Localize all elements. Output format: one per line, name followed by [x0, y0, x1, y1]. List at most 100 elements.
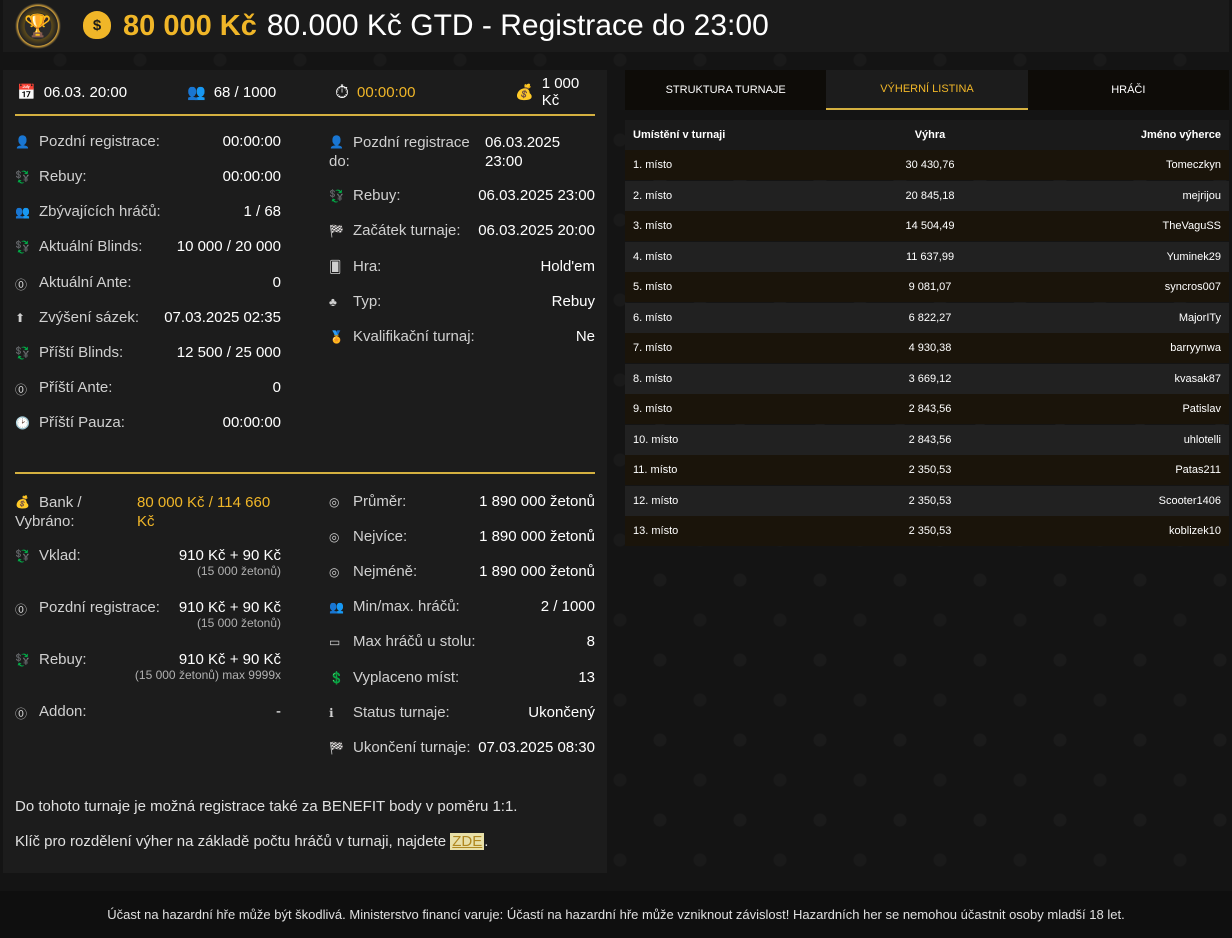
- info-row: ◎ Nejméně: 1 890 000 žetonů: [329, 563, 595, 580]
- late-registration-row: ⓪ Pozdní registrace: 910 Kč + 90 Kč (15 0…: [15, 599, 281, 639]
- buyin-value: 1 000 Kč: [541, 75, 580, 109]
- payout-key-link[interactable]: ZDE: [450, 833, 485, 850]
- info-row: 💲 Vyplaceno míst: 13: [329, 669, 595, 686]
- winner-cell: uhlotelli: [1183, 433, 1221, 446]
- header-place: Umístění v turnaji: [633, 129, 726, 141]
- table-row: 13. místo 2 350,53 koblizek10: [625, 516, 1229, 546]
- info-row: 💱 Aktuální Blinds: 10 000 / 20 000: [15, 238, 281, 255]
- chip-icon: ◎: [329, 495, 340, 509]
- info-row: 🏁 Ukončení turnaje: 07.03.2025 08:30: [329, 739, 595, 756]
- flag-icon: 🏁: [329, 741, 344, 755]
- tab-structure[interactable]: STRUKTURA TURNAJE: [625, 70, 826, 110]
- winner-cell: TheVaguSS: [1162, 220, 1221, 232]
- prize-cell: 20 845,18: [905, 189, 955, 202]
- place-cell: 8. místo: [633, 372, 673, 385]
- card-suits-icon: ♣: [329, 295, 337, 309]
- start-date-value: 06.03. 20:00: [43, 83, 128, 101]
- winner-cell: kvasak87: [1174, 372, 1221, 385]
- table-row: 7. místo 4 930,38 barryynwa: [625, 333, 1229, 363]
- table-row: 12. místo 2 350,53 Scooter1406: [625, 485, 1229, 516]
- place-cell: 10. místo: [633, 433, 679, 446]
- payout-icon: 💲: [329, 671, 344, 685]
- table-header: Umístění v turnaji Výhra Jméno výherce: [625, 120, 1229, 150]
- buyin: 💰 1 000 Kč: [515, 75, 595, 109]
- info-row: 💱 Rebuy: 00:00:00: [15, 168, 281, 185]
- info-icon: ℹ: [329, 706, 334, 720]
- section-divider: [15, 472, 595, 474]
- payout-table: Umístění v turnaji Výhra Jméno výherce 1…: [625, 120, 1229, 547]
- place-cell: 12. místo: [633, 494, 679, 507]
- dollar-icon: ⓪: [15, 383, 28, 397]
- winner-cell: Yuminek29: [1166, 250, 1221, 263]
- info-row: ◎ Průměr: 1 890 000 žetonů: [329, 493, 595, 510]
- stopwatch-icon: ⏱: [335, 81, 350, 102]
- prize-cell: 6 822,27: [908, 311, 952, 324]
- info-row: 💱 Rebuy: 06.03.2025 23:00: [329, 187, 595, 204]
- page-title: 80.000 Kč GTD - Registrace do 23:00: [266, 9, 769, 42]
- info-row: 👤 Pozdní registrace do: 06.03.2025 23:00: [329, 133, 595, 173]
- player-count: 👥 68 / 1000: [187, 83, 277, 102]
- dollar-icon: ⓪: [15, 603, 28, 617]
- users-icon: 👥: [329, 600, 344, 614]
- header-prize: Výhra: [914, 129, 946, 141]
- table-icon: ▭: [329, 635, 341, 649]
- header-winner: Jméno výherce: [1140, 129, 1221, 141]
- clock-icon: 🕑: [15, 416, 30, 430]
- prize-cell: 2 350,53: [908, 464, 952, 476]
- place-cell: 5. místo: [633, 281, 673, 293]
- prize-cell: 2 350,53: [908, 494, 952, 507]
- table-row: 6. místo 6 822,27 MajorITy: [625, 302, 1229, 333]
- tab-players[interactable]: HRÁČI: [1028, 70, 1229, 110]
- prize-cell: 2 843,56: [908, 403, 952, 415]
- trophy-icon: 🏆: [15, 3, 61, 49]
- prize-cell: 14 504,49: [905, 220, 955, 232]
- info-row: ℹ Status turnaje: Ukončený: [329, 704, 595, 721]
- info-row: 🕑 Příští Pauza: 00:00:00: [15, 414, 281, 431]
- gambling-warning-footer: Účast na hazardní hře může být škodlivá.…: [0, 891, 1232, 938]
- table-row: 2. místo 20 845,18 mejrijou: [625, 180, 1229, 211]
- prize-cell: 2 350,53: [908, 525, 952, 537]
- prize-cell: 2 843,56: [908, 433, 952, 446]
- users-icon: 👥: [15, 205, 30, 219]
- vklad-row: 💱 Vklad: 910 Kč + 90 Kč (15 000 žetonů): [15, 547, 281, 587]
- winner-cell: Tomeczkyn: [1165, 159, 1221, 171]
- place-cell: 13. místo: [633, 525, 679, 537]
- user-icon: 👤: [15, 135, 30, 149]
- info-row: 🏅 Kvalifikační turnaj: Ne: [329, 328, 595, 345]
- tab-payouts[interactable]: VÝHERNÍ LISTINA: [826, 70, 1028, 110]
- winner-cell: syncros007: [1164, 281, 1221, 293]
- coins-icon: 💱: [15, 170, 30, 184]
- table-row: 9. místo 2 843,56 Patislav: [625, 394, 1229, 424]
- chip-icon: ◎: [329, 530, 340, 544]
- table-row: 4. místo 11 637,99 Yuminek29: [625, 241, 1229, 272]
- rebuy-row: 💱 Rebuy: 910 Kč + 90 Kč (15 000 žetonů) m…: [15, 651, 281, 691]
- prize-cell: 30 430,76: [905, 159, 955, 171]
- timer-value: 00:00:00: [357, 83, 416, 101]
- prize-cell: 4 930,38: [908, 342, 952, 354]
- winner-cell: mejrijou: [1182, 189, 1221, 202]
- info-row: 💱 Příští Blinds: 12 500 / 25 000: [15, 344, 281, 361]
- calendar-icon: 📅: [17, 84, 36, 101]
- page-header: 🏆 $ 80 000 Kč 80.000 Kč GTD - Registrace…: [3, 0, 1229, 52]
- gtd-amount: 80 000 Kč: [123, 9, 257, 42]
- info-row: ⓪ Příští Ante: 0: [15, 379, 281, 397]
- place-cell: 4. místo: [633, 250, 673, 263]
- table-row: 3. místo 14 504,49 TheVaguSS: [625, 211, 1229, 241]
- info-row: 👥 Zbývajících hráčů: 1 / 68: [15, 203, 281, 220]
- dollar-icon: ⓪: [15, 278, 28, 292]
- table-row: 11. místo 2 350,53 Patas211: [625, 455, 1229, 485]
- coins-icon: 💱: [15, 549, 30, 563]
- place-cell: 11. místo: [633, 464, 678, 476]
- table-row: 1. místo 30 430,76 Tomeczkyn: [625, 150, 1229, 180]
- flag-icon: 🏁: [329, 224, 344, 238]
- cards-icon: 🂠: [329, 260, 342, 274]
- info-row: 🏁 Začátek turnaje: 06.03.2025 20:00: [329, 222, 595, 239]
- medal-icon: 🏅: [329, 330, 344, 344]
- table-row: 8. místo 3 669,12 kvasak87: [625, 363, 1229, 394]
- tournament-tabs: STRUKTURA TURNAJE VÝHERNÍ LISTINA HRÁČI: [625, 70, 1229, 110]
- winner-cell: Patislav: [1182, 403, 1221, 415]
- info-row: 👤 Pozdní registrace: 00:00:00: [15, 133, 281, 150]
- tournament-info-panel: 📅 06.03. 20:00 👥 68 / 1000 ⏱ 00:00:00 💰 …: [3, 70, 607, 873]
- prize-cell: 11 637,99: [905, 250, 955, 263]
- player-count-value: 68 / 1000: [213, 83, 277, 101]
